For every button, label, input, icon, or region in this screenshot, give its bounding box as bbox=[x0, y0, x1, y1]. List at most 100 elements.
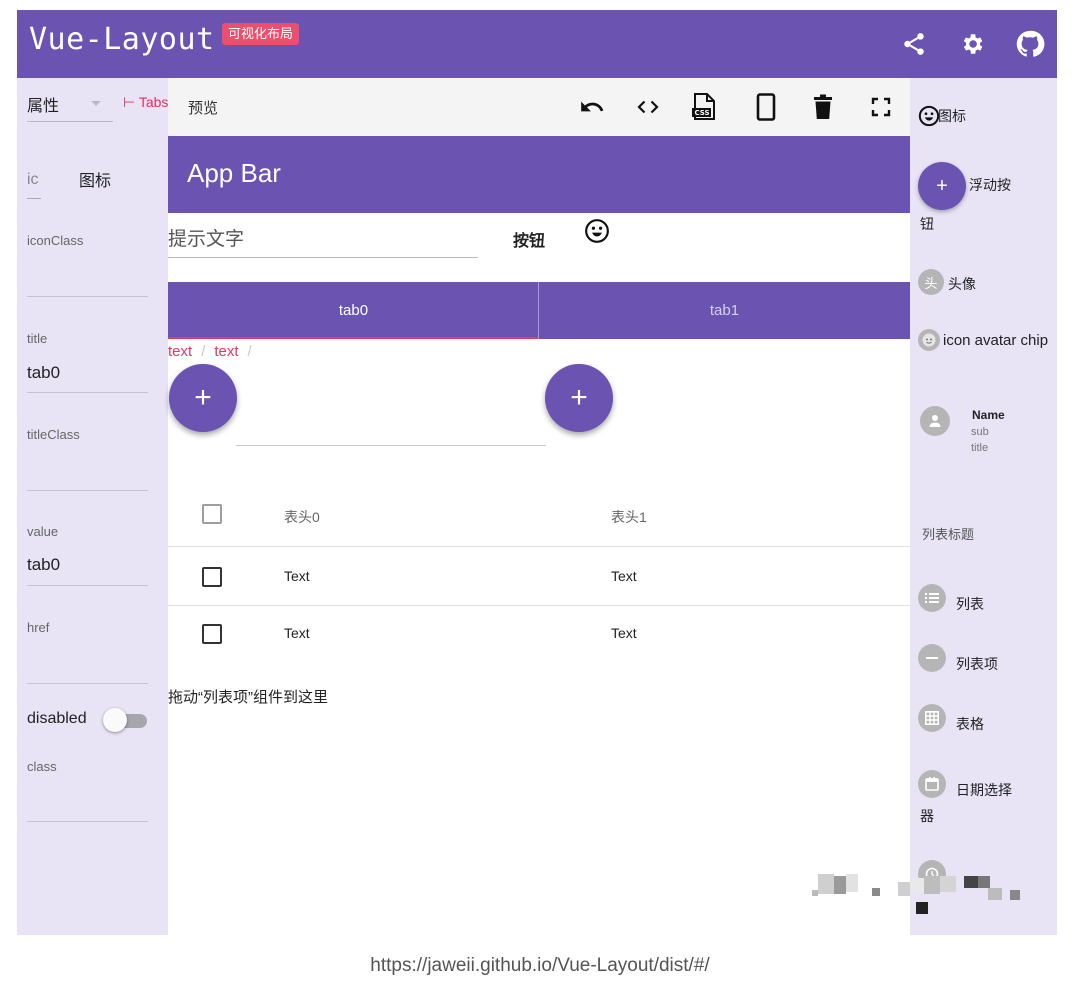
table-cell: Text bbox=[284, 568, 310, 584]
value-label: value bbox=[27, 524, 59, 539]
avatar: 头 bbox=[918, 269, 944, 295]
preview-title: 预览 bbox=[188, 100, 219, 117]
demo-app-bar-title: App Bar bbox=[187, 158, 281, 188]
disabled-toggle[interactable] bbox=[103, 707, 149, 733]
footer-url[interactable]: https://jaweii.github.io/Vue-Layout/dist… bbox=[0, 955, 1080, 977]
properties-tabs: 属性 ⊢ Tabs bbox=[17, 78, 168, 134]
title-label: title bbox=[27, 331, 48, 346]
tab-properties-label: 属性 bbox=[27, 98, 60, 115]
palette-item-label: 头像 bbox=[948, 276, 976, 292]
svg-text:CSS: CSS bbox=[695, 109, 710, 117]
icon-field-value: 图标 bbox=[79, 173, 112, 190]
href-input[interactable] bbox=[27, 683, 148, 684]
palette-item-list-item[interactable]: 列表项 bbox=[910, 642, 1057, 676]
drop-zone-hint: 拖动“列表项”组件到这里 bbox=[168, 689, 328, 706]
palette-item-label-wrap: 钮 bbox=[920, 216, 934, 232]
palette-item-list[interactable]: 列表 bbox=[910, 582, 1057, 616]
floating-add-button[interactable]: + bbox=[169, 364, 237, 432]
grid-icon bbox=[918, 704, 946, 732]
app-badge: 可视化布局 bbox=[222, 23, 300, 45]
titleclass-input[interactable] bbox=[27, 490, 148, 491]
share-icon[interactable] bbox=[897, 27, 931, 61]
demo-app-bar[interactable]: App Bar bbox=[168, 136, 910, 213]
palette-item-subtitle: title bbox=[971, 442, 989, 454]
palette-item-subtitle: sub bbox=[971, 426, 989, 438]
demo-tabs: tab0 tab1 bbox=[168, 282, 910, 339]
demo-tab-0[interactable]: tab0 bbox=[168, 282, 539, 339]
table-header-cell[interactable]: 表头1 bbox=[611, 507, 647, 527]
trash-icon[interactable] bbox=[809, 93, 837, 121]
palette-item-label: icon avatar chip bbox=[943, 332, 1049, 349]
href-label: href bbox=[27, 620, 50, 635]
floating-add-button[interactable]: + bbox=[545, 364, 613, 432]
github-icon[interactable] bbox=[1013, 27, 1047, 61]
icon-field-underline bbox=[27, 198, 41, 199]
demo-text-field[interactable] bbox=[236, 445, 546, 446]
code-icon[interactable] bbox=[634, 93, 662, 121]
palette-item-avatar[interactable]: 头 头像 bbox=[910, 267, 1057, 297]
list-icon bbox=[918, 584, 946, 612]
plus-icon: + bbox=[918, 162, 966, 210]
toggle-knob bbox=[103, 708, 127, 732]
class-input[interactable] bbox=[27, 821, 148, 822]
breadcrumb-separator: / bbox=[201, 343, 206, 360]
palette-item-fab[interactable]: + 浮动按 钮 bbox=[910, 158, 1057, 232]
palette-item-label: 列表 bbox=[956, 596, 984, 612]
smiley-icon[interactable] bbox=[584, 218, 610, 244]
component-palette: 图标 + 浮动按 钮 头 头像 icon avatar chip Name su… bbox=[910, 78, 1057, 935]
table-cell: Text bbox=[284, 625, 310, 641]
table-row: Text Text bbox=[168, 547, 910, 606]
palette-item-label: 表格 bbox=[956, 716, 984, 732]
tab-properties[interactable]: 属性 bbox=[27, 92, 113, 122]
palette-item-chip[interactable]: icon avatar chip bbox=[910, 324, 1057, 354]
breadcrumb: text / text / bbox=[168, 343, 261, 360]
demo-button[interactable]: 按钮 bbox=[505, 224, 553, 254]
person-icon bbox=[920, 406, 950, 436]
icon-field-label: ic bbox=[27, 171, 39, 188]
demo-data-table: 表头0 表头1 Text Text Text Text bbox=[168, 484, 910, 664]
palette-item-label: 图标 bbox=[938, 108, 966, 124]
calendar-icon bbox=[918, 770, 946, 798]
table-cell: Text bbox=[611, 625, 637, 641]
row-checkbox[interactable] bbox=[202, 567, 222, 587]
titleclass-label: titleClass bbox=[27, 427, 80, 442]
value-input[interactable]: tab0 bbox=[27, 555, 60, 575]
palette-item-icon[interactable]: 图标 bbox=[918, 102, 1038, 128]
demo-tab-1[interactable]: tab1 bbox=[539, 282, 910, 339]
undo-icon[interactable] bbox=[578, 93, 606, 121]
palette-item-title: Name bbox=[972, 408, 1005, 422]
palette-item-table[interactable]: 表格 bbox=[910, 702, 1057, 736]
tab-divider bbox=[538, 282, 539, 339]
caret-down-icon bbox=[91, 101, 101, 106]
preview-toolbar: 预览 CSS bbox=[168, 78, 910, 136]
minus-icon bbox=[918, 644, 946, 672]
title-input[interactable]: tab0 bbox=[27, 363, 60, 383]
iconclass-input[interactable] bbox=[27, 296, 148, 297]
top-app-bar: Vue-Layout 可视化布局 bbox=[17, 10, 1057, 78]
palette-item-label: 浮动按 bbox=[969, 177, 1011, 193]
app-title: Vue-Layout bbox=[29, 22, 215, 57]
value-underline bbox=[27, 585, 148, 586]
fullscreen-icon[interactable] bbox=[867, 93, 895, 121]
select-all-checkbox[interactable] bbox=[202, 504, 222, 524]
properties-panel: 属性 ⊢ Tabs ic 图标 iconClass title tab0 tit… bbox=[17, 78, 168, 935]
list-subheader: 列表标题 bbox=[922, 527, 975, 542]
palette-item-date-picker[interactable]: 日期选择 器 bbox=[910, 768, 1057, 824]
plus-icon: + bbox=[194, 381, 212, 414]
row-checkbox[interactable] bbox=[202, 624, 222, 644]
phone-icon[interactable] bbox=[752, 93, 780, 121]
pixelated-overlay bbox=[812, 872, 1032, 922]
palette-item-list-tile[interactable]: Name sub title bbox=[910, 404, 1057, 460]
css-file-icon[interactable]: CSS bbox=[690, 93, 718, 121]
breadcrumb-item[interactable]: text bbox=[214, 343, 238, 360]
smiley-icon bbox=[918, 105, 940, 127]
gear-icon[interactable] bbox=[955, 27, 989, 61]
table-header-cell[interactable]: 表头0 bbox=[284, 507, 320, 527]
palette-item-label: 日期选择 bbox=[956, 782, 1012, 798]
breadcrumb-item[interactable]: text bbox=[168, 343, 192, 360]
palette-item-label: 列表项 bbox=[956, 656, 998, 672]
tab-tabs-component[interactable]: ⊢ Tabs bbox=[123, 94, 168, 111]
demo-text-input[interactable] bbox=[168, 223, 478, 258]
plus-icon: + bbox=[570, 381, 588, 414]
palette-item-label-wrap: 器 bbox=[920, 808, 934, 824]
